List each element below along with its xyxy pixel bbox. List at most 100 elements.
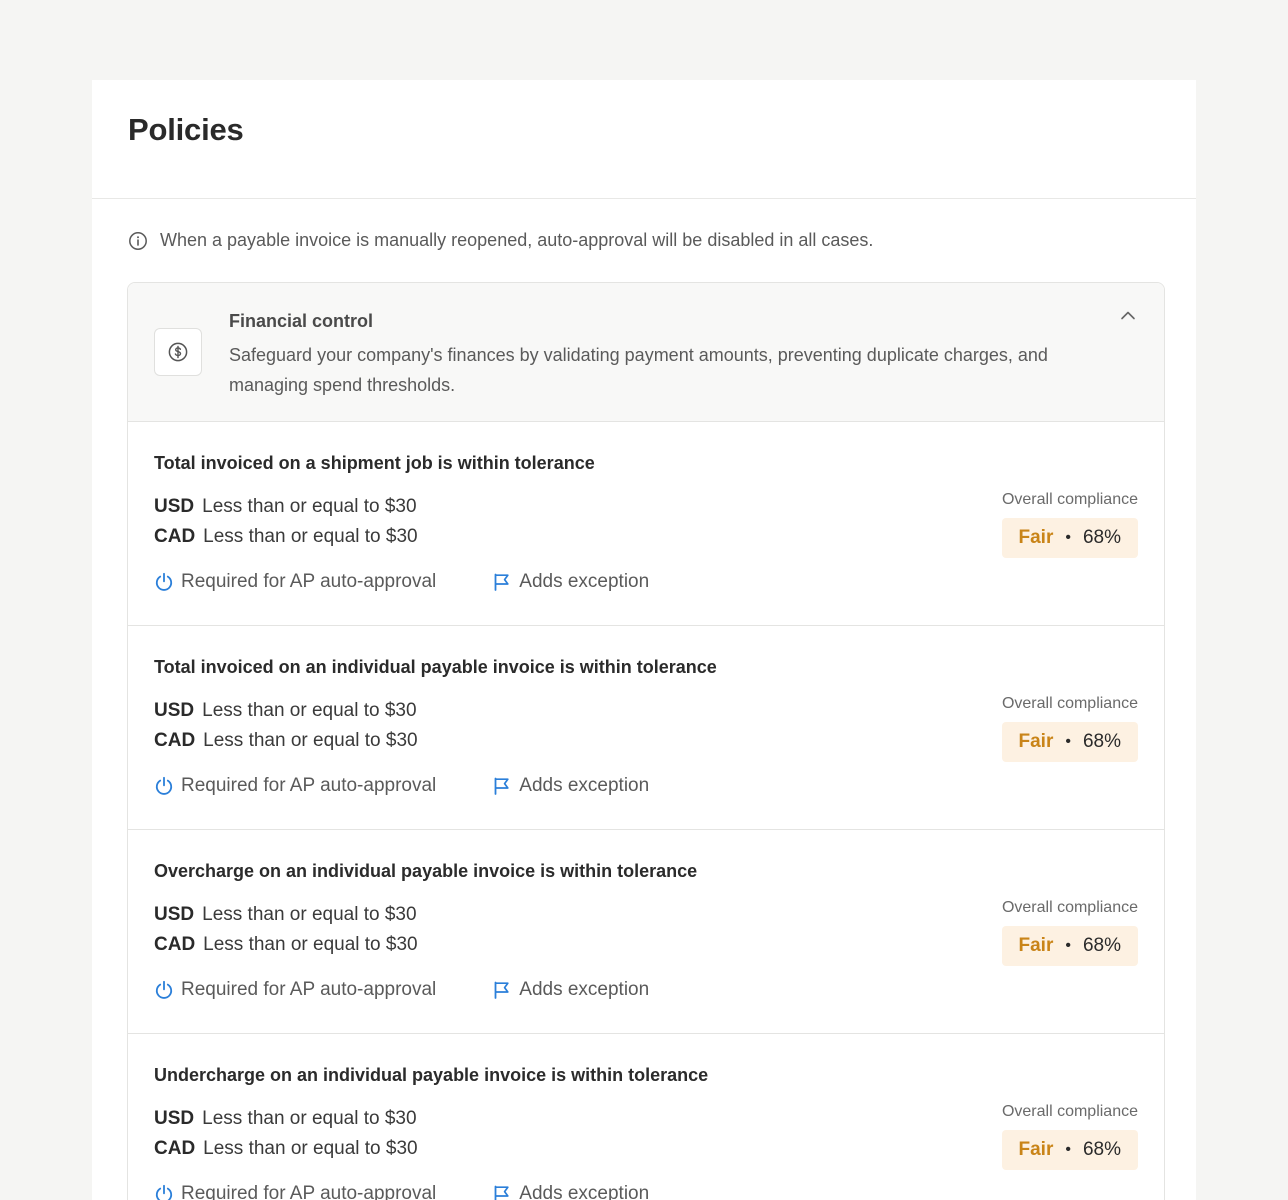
section-title: Financial control	[229, 311, 374, 331]
policy-rule[interactable]: Overcharge on an individual payable invo…	[128, 830, 1164, 1034]
flag-icon	[492, 1184, 512, 1200]
compliance-value: 68%	[1082, 527, 1121, 548]
rule-meta: Required for AP auto-approval Adds excep…	[154, 979, 649, 1001]
required-for-auto-approval: Required for AP auto-approval	[154, 1183, 436, 1200]
limit-text: Less than or equal to $30	[202, 1108, 417, 1129]
required-for-auto-approval: Required for AP auto-approval	[154, 775, 436, 797]
panel-header: Policies	[92, 80, 1196, 199]
separator-dot: •	[1065, 733, 1071, 750]
flag-icon	[492, 572, 512, 592]
compliance-label: Overall compliance	[1001, 899, 1138, 916]
overall-compliance: Overall compliance Fair • 68%	[1001, 1103, 1138, 1170]
dollar-circle-icon	[167, 341, 189, 363]
notice-text: When a payable invoice is manually reope…	[160, 230, 874, 250]
compliance-label: Overall compliance	[1001, 491, 1138, 508]
required-label: Required for AP auto-approval	[181, 1183, 437, 1200]
rule-limits: USD Less than or equal to $30 CAD Less than…	[154, 1104, 418, 1164]
compliance-level: Fair	[1018, 1139, 1054, 1160]
compliance-value: 68%	[1082, 1139, 1121, 1160]
rule-limits: USD Less than or equal to $30 CAD Less than…	[154, 900, 418, 960]
currency-code: CAD	[154, 526, 196, 547]
compliance-label: Overall compliance	[1001, 1103, 1138, 1120]
power-icon	[154, 572, 174, 592]
rule-limits: USD Less than or equal to $30 CAD Less than…	[154, 696, 418, 756]
rule-limits: USD Less than or equal to $30 CAD Less than…	[154, 492, 418, 552]
overall-compliance: Overall compliance Fair • 68%	[1001, 491, 1138, 558]
adds-exception: Adds exception	[492, 979, 649, 1001]
policy-rule[interactable]: Total invoiced on a shipment job is with…	[128, 422, 1164, 626]
limit-row: CAD Less than or equal to $30	[154, 726, 418, 756]
adds-exception: Adds exception	[492, 1183, 649, 1200]
policies-panel: Policies When a payable invoice is manua…	[92, 80, 1196, 1200]
exception-label: Adds exception	[519, 979, 650, 1000]
section-header[interactable]: Financial control Safeguard your company…	[128, 283, 1164, 422]
currency-code: CAD	[154, 730, 196, 751]
compliance-badge: Fair • 68%	[1001, 518, 1138, 558]
power-icon	[154, 1184, 174, 1200]
limit-text: Less than or equal to $30	[203, 730, 418, 751]
exception-label: Adds exception	[519, 775, 650, 796]
compliance-value: 68%	[1082, 935, 1121, 956]
adds-exception: Adds exception	[492, 571, 649, 593]
required-label: Required for AP auto-approval	[181, 775, 437, 796]
exception-label: Adds exception	[519, 1183, 650, 1200]
limit-text: Less than or equal to $30	[202, 904, 417, 925]
required-for-auto-approval: Required for AP auto-approval	[154, 979, 436, 1001]
compliance-label: Overall compliance	[1001, 695, 1138, 712]
required-label: Required for AP auto-approval	[181, 979, 437, 1000]
exception-label: Adds exception	[519, 571, 650, 592]
compliance-level: Fair	[1018, 527, 1054, 548]
limit-text: Less than or equal to $30	[203, 1138, 418, 1159]
overall-compliance: Overall compliance Fair • 68%	[1001, 695, 1138, 762]
currency-code: CAD	[154, 1138, 196, 1159]
limit-row: USD Less than or equal to $30	[154, 492, 418, 522]
rule-title: Overcharge on an individual payable invo…	[154, 861, 698, 881]
currency-code: CAD	[154, 934, 196, 955]
rules-list: Total invoiced on a shipment job is with…	[128, 422, 1164, 1200]
currency-code: USD	[154, 496, 195, 517]
power-icon	[154, 980, 174, 1000]
compliance-level: Fair	[1018, 731, 1054, 752]
rule-meta: Required for AP auto-approval Adds excep…	[154, 775, 649, 797]
policy-rule[interactable]: Undercharge on an individual payable inv…	[128, 1034, 1164, 1200]
flag-icon	[492, 980, 512, 1000]
separator-dot: •	[1065, 1141, 1071, 1158]
compliance-badge: Fair • 68%	[1001, 1130, 1138, 1170]
rule-meta: Required for AP auto-approval Adds excep…	[154, 571, 649, 593]
separator-dot: •	[1065, 937, 1071, 954]
compliance-level: Fair	[1018, 935, 1054, 956]
limit-row: USD Less than or equal to $30	[154, 1104, 418, 1134]
section-header-text: Financial control Safeguard your company…	[229, 311, 1129, 400]
limit-row: CAD Less than or equal to $30	[154, 930, 418, 960]
currency-code: USD	[154, 1108, 195, 1129]
required-for-auto-approval: Required for AP auto-approval	[154, 571, 436, 593]
limit-text: Less than or equal to $30	[203, 526, 418, 547]
overall-compliance: Overall compliance Fair • 68%	[1001, 899, 1138, 966]
compliance-badge: Fair • 68%	[1001, 926, 1138, 966]
limit-text: Less than or equal to $30	[202, 496, 417, 517]
limit-text: Less than or equal to $30	[202, 700, 417, 721]
flag-icon	[492, 776, 512, 796]
limit-row: USD Less than or equal to $30	[154, 696, 418, 726]
policy-rule[interactable]: Total invoiced on an individual payable …	[128, 626, 1164, 830]
section-description: Safeguard your company's finances by val…	[229, 345, 1048, 395]
chevron-up-icon[interactable]	[1118, 305, 1138, 325]
section-icon-box	[154, 328, 202, 376]
limit-row: CAD Less than or equal to $30	[154, 522, 418, 552]
limit-row: CAD Less than or equal to $30	[154, 1134, 418, 1164]
page-title: Policies	[128, 112, 244, 147]
separator-dot: •	[1065, 529, 1071, 546]
compliance-badge: Fair • 68%	[1001, 722, 1138, 762]
currency-code: USD	[154, 700, 195, 721]
financial-control-card: Financial control Safeguard your company…	[127, 282, 1165, 1200]
compliance-value: 68%	[1082, 731, 1121, 752]
required-label: Required for AP auto-approval	[181, 571, 437, 592]
rule-title: Total invoiced on an individual payable …	[154, 657, 717, 677]
auto-approval-notice: When a payable invoice is manually reope…	[128, 230, 873, 251]
limit-text: Less than or equal to $30	[203, 934, 418, 955]
rule-meta: Required for AP auto-approval Adds excep…	[154, 1183, 649, 1200]
power-icon	[154, 776, 174, 796]
rule-title: Total invoiced on a shipment job is with…	[154, 453, 595, 473]
rule-title: Undercharge on an individual payable inv…	[154, 1065, 709, 1085]
limit-row: USD Less than or equal to $30	[154, 900, 418, 930]
